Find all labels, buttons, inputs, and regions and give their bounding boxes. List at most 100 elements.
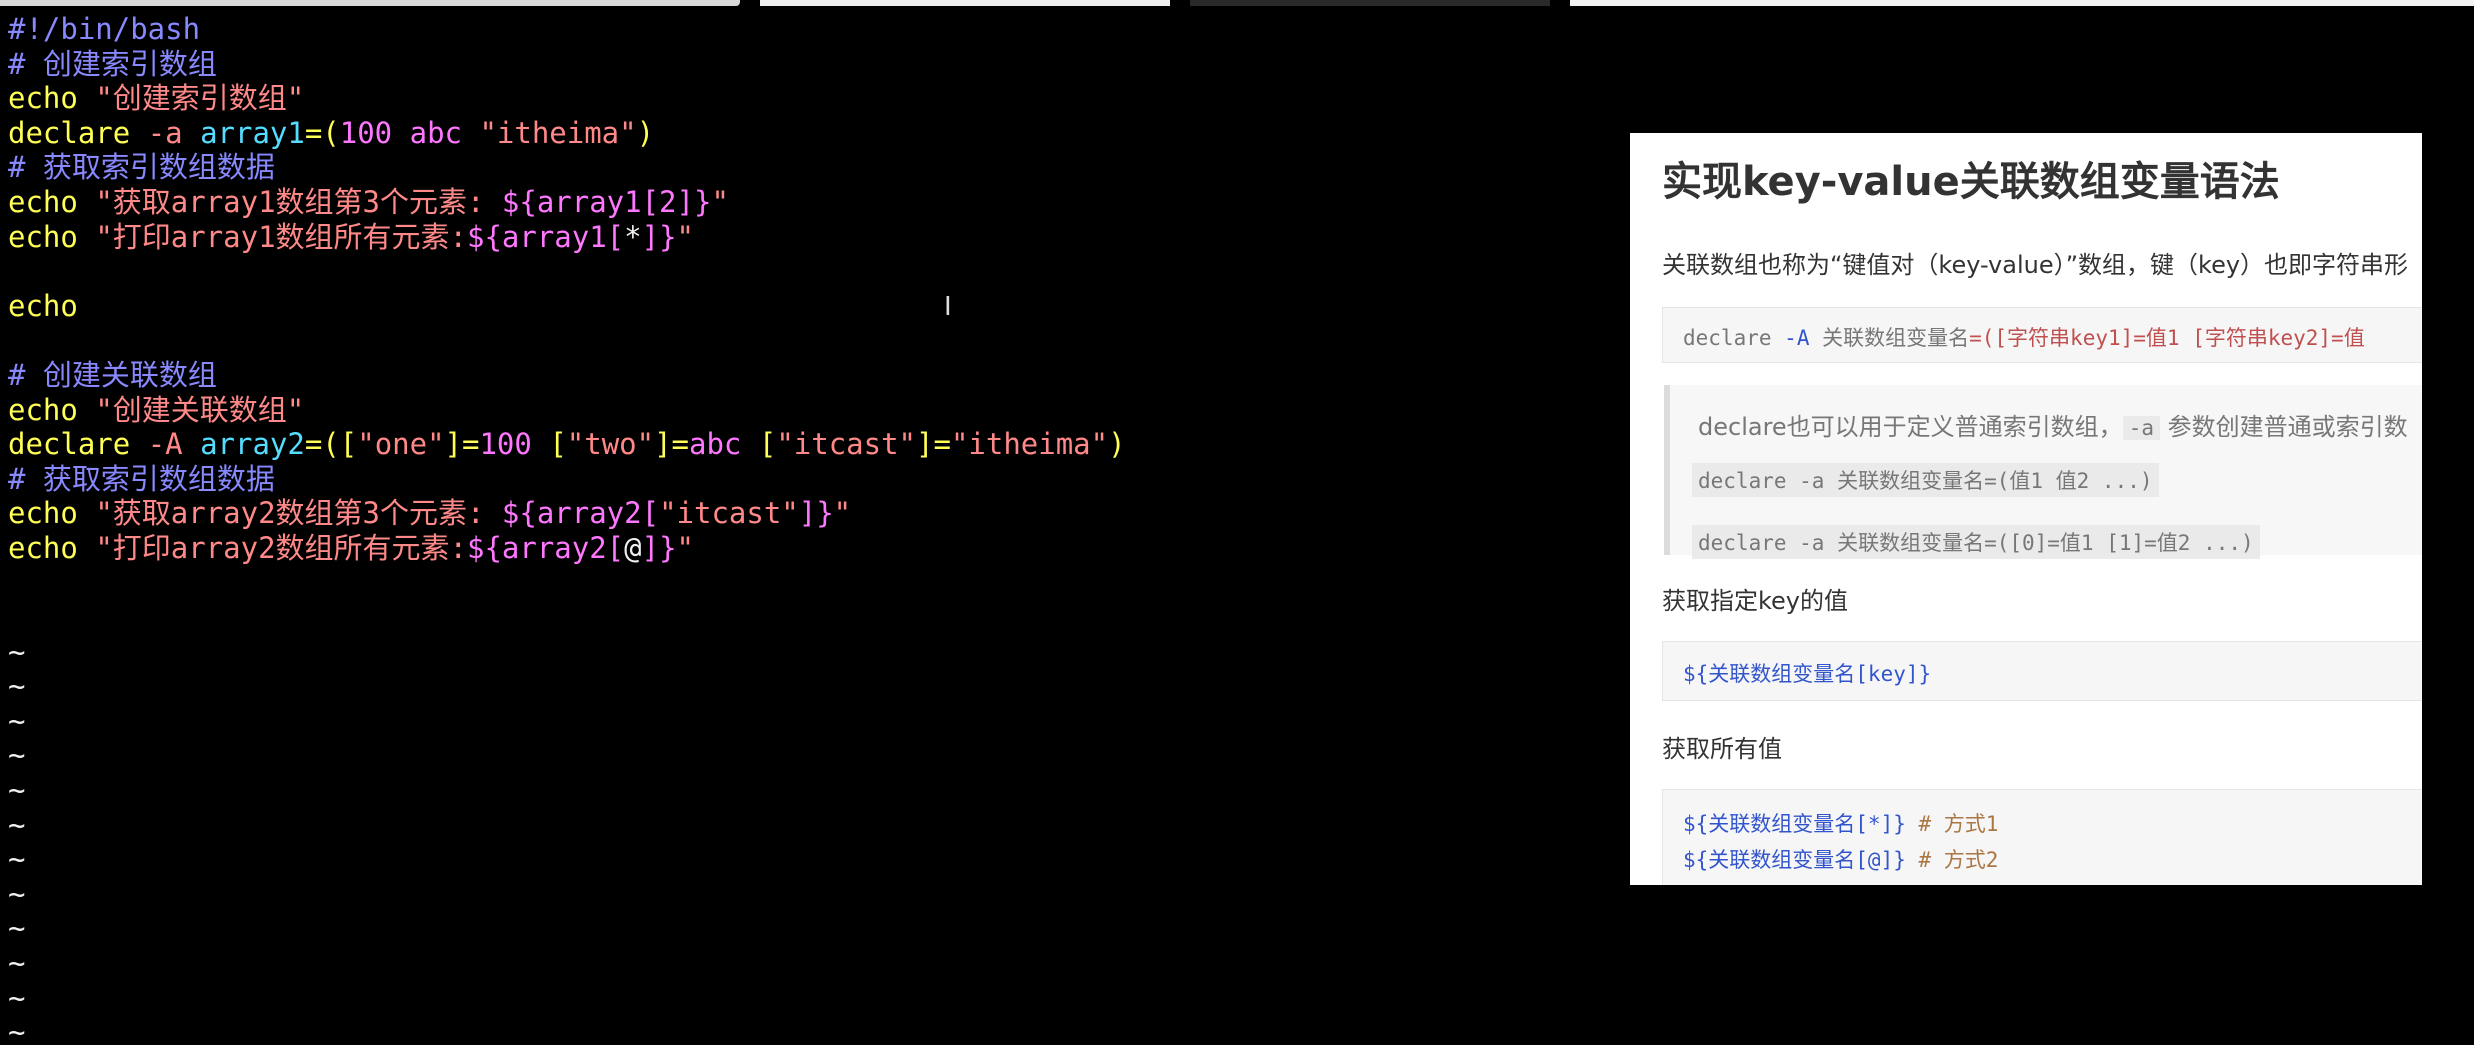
code-token: "itheima" <box>479 115 637 150</box>
code-line: echo "获取array2数组第3个元素: ${array2["itcast"… <box>8 496 1608 531</box>
code-token: echo <box>8 81 96 116</box>
code-token: "itheima" <box>950 427 1109 462</box>
code-token: ${array1[ <box>467 219 625 254</box>
code-token: "获取array1数组第3个元素: <box>95 184 502 219</box>
code-line: ~ <box>8 635 1608 670</box>
code-token: declare <box>8 427 148 462</box>
code-token: " <box>676 219 694 254</box>
code-token: declare <box>8 115 148 150</box>
code-token: ${array2[ <box>501 496 660 531</box>
code-line: ~ <box>8 738 1608 773</box>
code-line: echo "创建索引数组" <box>8 81 1608 116</box>
note-flag: -a <box>2122 416 2160 440</box>
code-token: [ <box>549 427 567 462</box>
code-token: "itcast" <box>659 496 799 531</box>
code-keyword: declare <box>1683 326 1772 350</box>
tab[interactable] <box>1190 0 1550 6</box>
code-token: echo <box>8 392 96 427</box>
code-token: =( <box>304 115 340 150</box>
vim-editor[interactable]: #!/bin/bash # 创建索引数组 echo "创建索引数组" declare … <box>8 12 1608 1045</box>
code-name: 关联数组变量名 <box>1822 326 1970 350</box>
get-value-code-block: ${关联数组变量名[key]} <box>1662 641 2422 701</box>
note-text-after: 参数创建普通或索引数 <box>2159 413 2408 441</box>
empty-line-marker: ~ <box>8 1015 26 1045</box>
code-line: #!/bin/bash <box>8 12 1608 47</box>
code-token: ) <box>636 115 655 150</box>
empty-line-marker: ~ <box>8 738 26 773</box>
code-line: ~ <box>8 877 1608 912</box>
code-token: 100 abc <box>339 115 480 150</box>
code-token: -A <box>147 427 201 462</box>
code-token: " <box>711 184 729 219</box>
code-token: * <box>624 219 642 254</box>
code-token: # 创建关联数组 <box>8 357 217 392</box>
code-token: array2 <box>200 427 305 462</box>
code-flag: -A <box>1784 326 1810 350</box>
doc-intro: 关联数组也称为“键值对（key-value）”数组，键（key）也即字符串形 <box>1662 251 2409 279</box>
code-token: ) <box>1108 427 1126 462</box>
code-token: abc <box>689 427 759 462</box>
code-line: echo "创建关联数组" <box>8 393 1608 428</box>
code-token: "创建索引数组" <box>95 81 305 116</box>
tab[interactable] <box>760 0 1170 6</box>
empty-line-marker: ~ <box>8 980 26 1015</box>
code-token: " <box>676 530 694 565</box>
code-token: "打印array1数组所有元素: <box>95 219 467 254</box>
code-token: ${array1[2]} <box>501 184 712 219</box>
tab[interactable] <box>1570 0 2474 6</box>
empty-line-marker: ~ <box>8 807 26 842</box>
code-token: array1 <box>200 115 305 150</box>
browser-tab-strip <box>0 0 2474 10</box>
code-line: echo <box>8 289 1608 324</box>
empty-line-marker: ~ <box>8 703 26 738</box>
empty-line-marker: ~ <box>8 773 26 808</box>
code-token: 100 <box>479 427 550 462</box>
code-token: ]} <box>798 496 834 531</box>
code-token: "one" <box>357 427 445 462</box>
code-token: ]= <box>654 427 690 462</box>
code-token: #!/bin/bash <box>8 12 201 46</box>
code-line: # 创建索引数组 <box>8 47 1608 82</box>
code-line: declare -a array1=(100 abc "itheima") <box>8 116 1608 151</box>
code-line: echo "打印array1数组所有元素:${array1[*]}" <box>8 220 1608 255</box>
code-token: "获取array2数组第3个元素: <box>95 496 502 531</box>
code-token: echo <box>8 288 78 323</box>
note-text-before: declare也可以用于定义普通索引数组， <box>1698 413 2123 441</box>
get-all-comment-1: # 方式1 <box>1918 812 1999 836</box>
empty-line-marker: ~ <box>8 911 26 946</box>
code-token: ]} <box>641 530 677 565</box>
code-token: @ <box>624 530 642 565</box>
note-code-2: declare -a 关联数组变量名=([0]=值1 [1]=值2 ...) <box>1692 525 2260 559</box>
code-token: -a <box>147 115 201 150</box>
code-token: "two" <box>566 427 655 462</box>
code-line: ~ <box>8 808 1608 843</box>
code-line: ~ <box>8 1015 1608 1045</box>
code-line: ~ <box>8 981 1608 1016</box>
code-token: ]= <box>916 427 951 462</box>
get-all-heading: 获取所有值 <box>1662 735 1782 763</box>
code-rest: =([字符串key1]=值1 [字符串key2]=值 <box>1969 326 2365 350</box>
get-all-code-1: ${关联数组变量名[*]} <box>1683 812 1906 836</box>
code-token: ]} <box>641 219 677 254</box>
code-line: ~ <box>8 669 1608 704</box>
get-all-code-2: ${关联数组变量名[@]} <box>1683 848 1906 872</box>
empty-line-marker: ~ <box>8 876 26 911</box>
tab[interactable] <box>0 0 740 6</box>
code-token: [ <box>758 427 777 462</box>
text-cursor-icon: I <box>944 292 952 322</box>
code-token: "打印array2数组所有元素: <box>95 530 467 565</box>
code-token: # 创建索引数组 <box>8 46 217 81</box>
code-line: ~ <box>8 911 1608 946</box>
code-token: echo <box>8 530 96 565</box>
code-line: # 获取索引数组数据 <box>8 462 1608 497</box>
code-token: echo <box>8 219 96 254</box>
get-all-code-block: ${关联数组变量名[*]} # 方式1 ${关联数组变量名[@]} # 方式2 <box>1662 789 2422 885</box>
code-token: ]= <box>444 427 480 462</box>
code-token: "创建关联数组" <box>95 392 305 427</box>
code-line: # 获取索引数组数据 <box>8 150 1608 185</box>
code-line: ~ <box>8 773 1608 808</box>
documentation-panel: 实现key-value关联数组变量语法 关联数组也称为“键值对（key-valu… <box>1630 133 2422 885</box>
